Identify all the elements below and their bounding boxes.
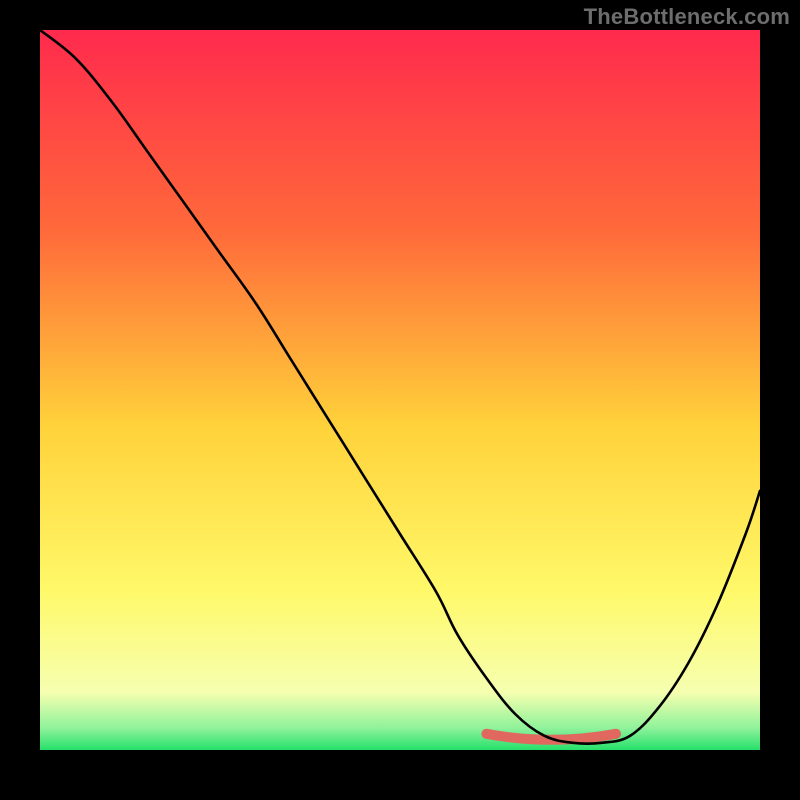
plot-svg <box>40 30 760 750</box>
chart-stage: TheBottleneck.com <box>0 0 800 800</box>
gradient-background <box>40 30 760 750</box>
plot-area <box>40 30 760 750</box>
watermark-text: TheBottleneck.com <box>584 4 790 30</box>
